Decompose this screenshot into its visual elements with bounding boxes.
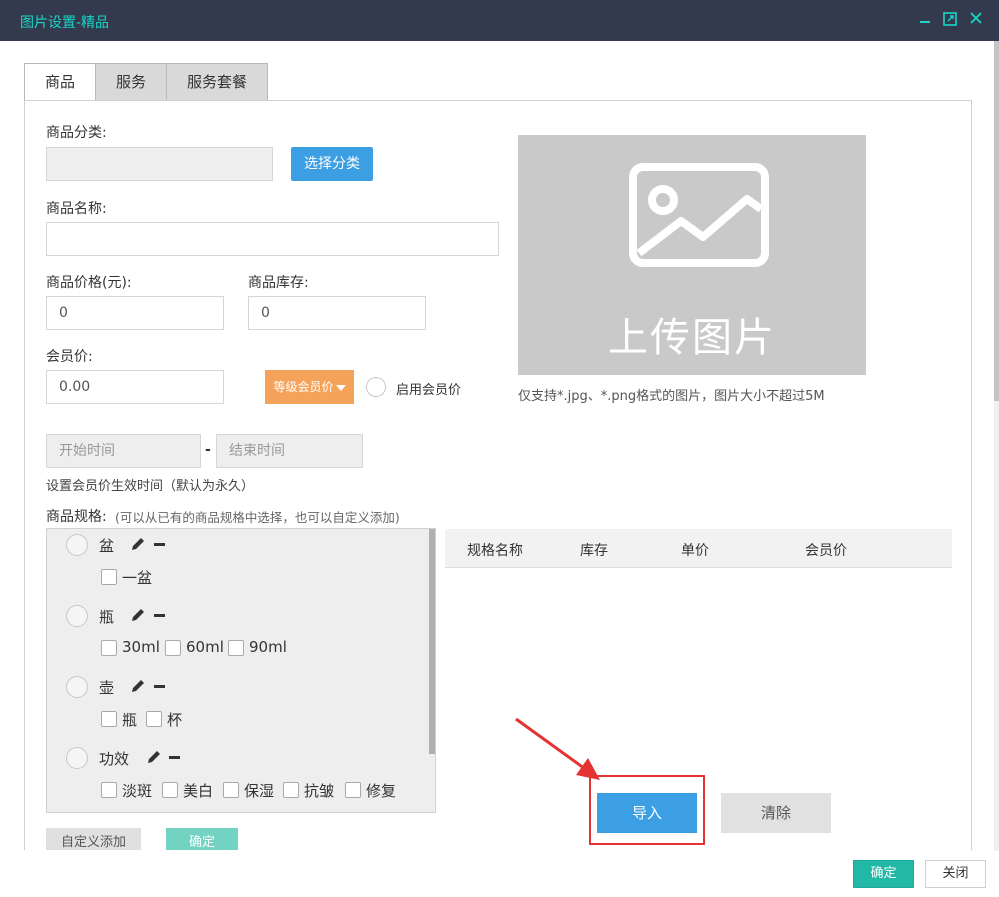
close-icon[interactable] <box>967 11 985 29</box>
spec-option-checkbox[interactable] <box>223 782 239 798</box>
level-member-price-button[interactable]: 等级会员价 <box>265 370 354 404</box>
th-member-price: 会员价 <box>805 543 847 559</box>
spec-group-name: 壶 <box>99 679 115 697</box>
clear-button[interactable]: 清除 <box>721 793 831 833</box>
minus-icon[interactable] <box>154 685 165 688</box>
spec-option-checkbox[interactable] <box>101 640 117 656</box>
ok-button[interactable]: 确定 <box>853 860 914 888</box>
image-placeholder-icon <box>629 163 769 267</box>
pencil-icon[interactable] <box>145 748 163 766</box>
upload-image-area[interactable]: 上传图片 <box>518 135 866 375</box>
spec-option-label: 抗皱 <box>304 782 335 800</box>
spec-group-name: 盆 <box>99 537 115 555</box>
start-time-field[interactable]: 开始时间 <box>46 434 201 468</box>
spec-option-checkbox[interactable] <box>162 782 178 798</box>
spec-list-scrollbar[interactable] <box>429 529 435 812</box>
maximize-icon[interactable] <box>941 11 959 29</box>
end-time-field[interactable]: 结束时间 <box>216 434 363 468</box>
spec-option-checkbox[interactable] <box>101 782 117 798</box>
tab-service-package[interactable]: 服务套餐 <box>166 63 268 101</box>
spec-option-label: 修复 <box>366 782 397 800</box>
minus-icon[interactable] <box>154 543 165 546</box>
dialog-title: 图片设置-精品 <box>20 15 110 31</box>
category-field[interactable] <box>46 147 273 181</box>
spec-option-label: 杯 <box>167 711 183 729</box>
spec-group-name: 功效 <box>99 750 130 768</box>
spec-option-checkbox[interactable] <box>101 711 117 727</box>
tab-service[interactable]: 服务 <box>95 63 167 101</box>
minus-icon[interactable] <box>154 614 165 617</box>
name-field[interactable] <box>46 222 499 256</box>
minimize-icon[interactable] <box>916 11 934 29</box>
time-separator: - <box>205 442 211 458</box>
spec-option-label: 30ml <box>122 638 160 656</box>
spec-group-radio[interactable] <box>66 605 88 627</box>
spec-option-label: 瓶 <box>122 711 138 729</box>
stock-field[interactable]: 0 <box>248 296 426 330</box>
spec-option-checkbox[interactable] <box>345 782 361 798</box>
caret-down-icon <box>335 384 346 391</box>
th-spec-name: 规格名称 <box>467 543 523 559</box>
spec-group-name: 瓶 <box>99 608 115 626</box>
import-button[interactable]: 导入 <box>597 793 697 833</box>
spec-option-label: 美白 <box>183 782 214 800</box>
enable-member-price-label: 启用会员价 <box>396 383 462 398</box>
tab-goods[interactable]: 商品 <box>24 63 96 101</box>
spec-option-checkbox[interactable] <box>283 782 299 798</box>
level-member-price-label: 等级会员价 <box>273 380 334 394</box>
dialog-scrollbar-thumb[interactable] <box>994 41 999 401</box>
member-price-label: 会员价: <box>46 349 93 365</box>
spec-hint: (可以从已有的商品规格中选择，也可以自定义添加) <box>115 510 400 525</box>
spec-option-checkbox[interactable] <box>165 640 181 656</box>
spec-option-checkbox[interactable] <box>228 640 244 656</box>
spec-label: 商品规格: <box>46 509 107 525</box>
spec-group-radio[interactable] <box>66 747 88 769</box>
spec-confirm-button[interactable]: 确定 <box>166 828 238 850</box>
price-label: 商品价格(元): <box>46 275 132 291</box>
spec-group-list[interactable]: 盆 一盆 瓶 30ml 60ml 90ml 壶 瓶 杯 功效 淡斑 美白 保湿 … <box>46 528 436 813</box>
spec-group-radio[interactable] <box>66 676 88 698</box>
pencil-icon[interactable] <box>129 606 147 624</box>
custom-add-button[interactable]: 自定义添加 <box>46 828 141 850</box>
name-label: 商品名称: <box>46 201 107 217</box>
upload-image-text: 上传图片 <box>608 315 776 361</box>
enable-member-price-radio[interactable] <box>366 377 386 397</box>
spec-table-header: 规格名称 库存 单价 会员价 <box>445 529 952 568</box>
spec-option-label: 淡斑 <box>122 782 153 800</box>
category-label: 商品分类: <box>46 125 107 141</box>
spec-option-label: 60ml <box>186 638 224 656</box>
spec-option-label: 保湿 <box>244 782 275 800</box>
spec-option-checkbox[interactable] <box>146 711 162 727</box>
member-price-field[interactable]: 0.00 <box>46 370 224 404</box>
close-button[interactable]: 关闭 <box>925 860 986 888</box>
dialog-titlebar: 图片设置-精品 <box>0 0 999 41</box>
goods-form-panel: 商品分类: 选择分类 商品名称: 商品价格(元): 0 商品库存: 0 会员价:… <box>24 100 972 850</box>
pencil-icon[interactable] <box>129 535 147 553</box>
price-field[interactable]: 0 <box>46 296 224 330</box>
spec-list-scrollbar-thumb[interactable] <box>429 529 435 754</box>
minus-icon[interactable] <box>169 756 180 759</box>
spec-option-checkbox[interactable] <box>101 569 117 585</box>
pencil-icon[interactable] <box>129 677 147 695</box>
dialog-scrollbar[interactable] <box>994 41 999 851</box>
th-unit-price: 单价 <box>681 543 709 559</box>
time-hint: 设置会员价生效时间（默认为永久） <box>46 479 255 494</box>
stock-label: 商品库存: <box>248 275 309 291</box>
spec-option-label: 一盆 <box>122 569 153 587</box>
th-stock: 库存 <box>580 543 608 559</box>
select-category-button[interactable]: 选择分类 <box>291 147 373 181</box>
spec-option-label: 90ml <box>249 638 287 656</box>
spec-group-radio[interactable] <box>66 534 88 556</box>
upload-hint: 仅支持*.jpg、*.png格式的图片，图片大小不超过5M <box>518 389 825 404</box>
